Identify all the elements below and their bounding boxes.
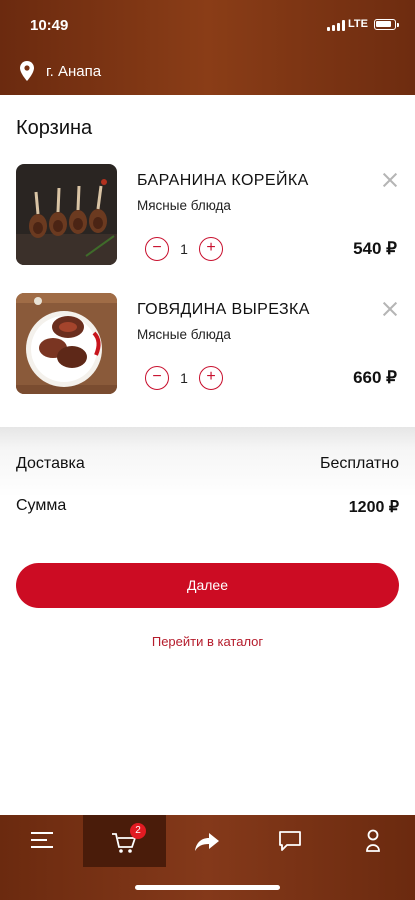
delivery-label: Доставка [16,455,85,472]
decrease-quantity-button[interactable]: − [145,366,169,390]
app-header: 10:49 LTE г. Анапа [0,0,415,95]
signal-icon [327,20,345,31]
increase-quantity-button[interactable]: + [199,237,223,261]
nav-cart[interactable]: 2 [83,815,166,867]
total-label: Сумма [16,497,67,514]
product-category: Мясные блюда [137,327,231,342]
cart-item: БАРАНИНА КОРЕЙКА Мясные блюда − 1 + 540 … [0,164,415,274]
nav-menu[interactable] [0,815,80,867]
menu-icon [31,832,53,848]
chat-icon [279,831,301,851]
page-title: Корзина [16,117,93,139]
decrease-quantity-button[interactable]: − [145,237,169,261]
cart-count-badge: 2 [130,823,146,839]
delivery-value: Бесплатно [319,455,399,472]
product-image [16,164,117,265]
share-icon [195,833,219,851]
city-label: г. Анапа [46,62,102,80]
nav-profile[interactable] [333,815,413,867]
status-time: 10:49 [30,17,69,34]
product-image [16,293,117,394]
product-name: БАРАНИНА КОРЕЙКА [137,172,309,189]
remove-item-close-icon[interactable] [380,299,400,319]
battery-icon [374,19,399,30]
home-indicator [135,885,280,890]
total-value: 1200 ₽ [348,499,399,516]
nav-chat[interactable] [250,815,330,867]
next-button[interactable]: Далее [16,563,399,608]
item-price: 660 ₽ [353,368,397,387]
network-type: LTE [348,18,368,30]
location-pin-icon [20,61,34,81]
cart-item: ГОВЯДИНА ВЫРЕЗКА Мясные блюда − 1 + 660 … [0,293,415,403]
remove-item-close-icon[interactable] [380,170,400,190]
city-selector[interactable]: г. Анапа [20,60,101,82]
quantity-value: 1 [180,370,188,386]
go-to-catalog-link[interactable]: Перейти в каталог [0,634,415,649]
item-price: 540 ₽ [353,239,397,258]
nav-share[interactable] [167,815,247,867]
profile-icon [366,829,380,852]
status-bar: 10:49 LTE [0,0,415,50]
increase-quantity-button[interactable]: + [199,366,223,390]
product-name: ГОВЯДИНА ВЫРЕЗКА [137,301,310,318]
product-category: Мясные блюда [137,198,231,213]
quantity-value: 1 [180,241,188,257]
